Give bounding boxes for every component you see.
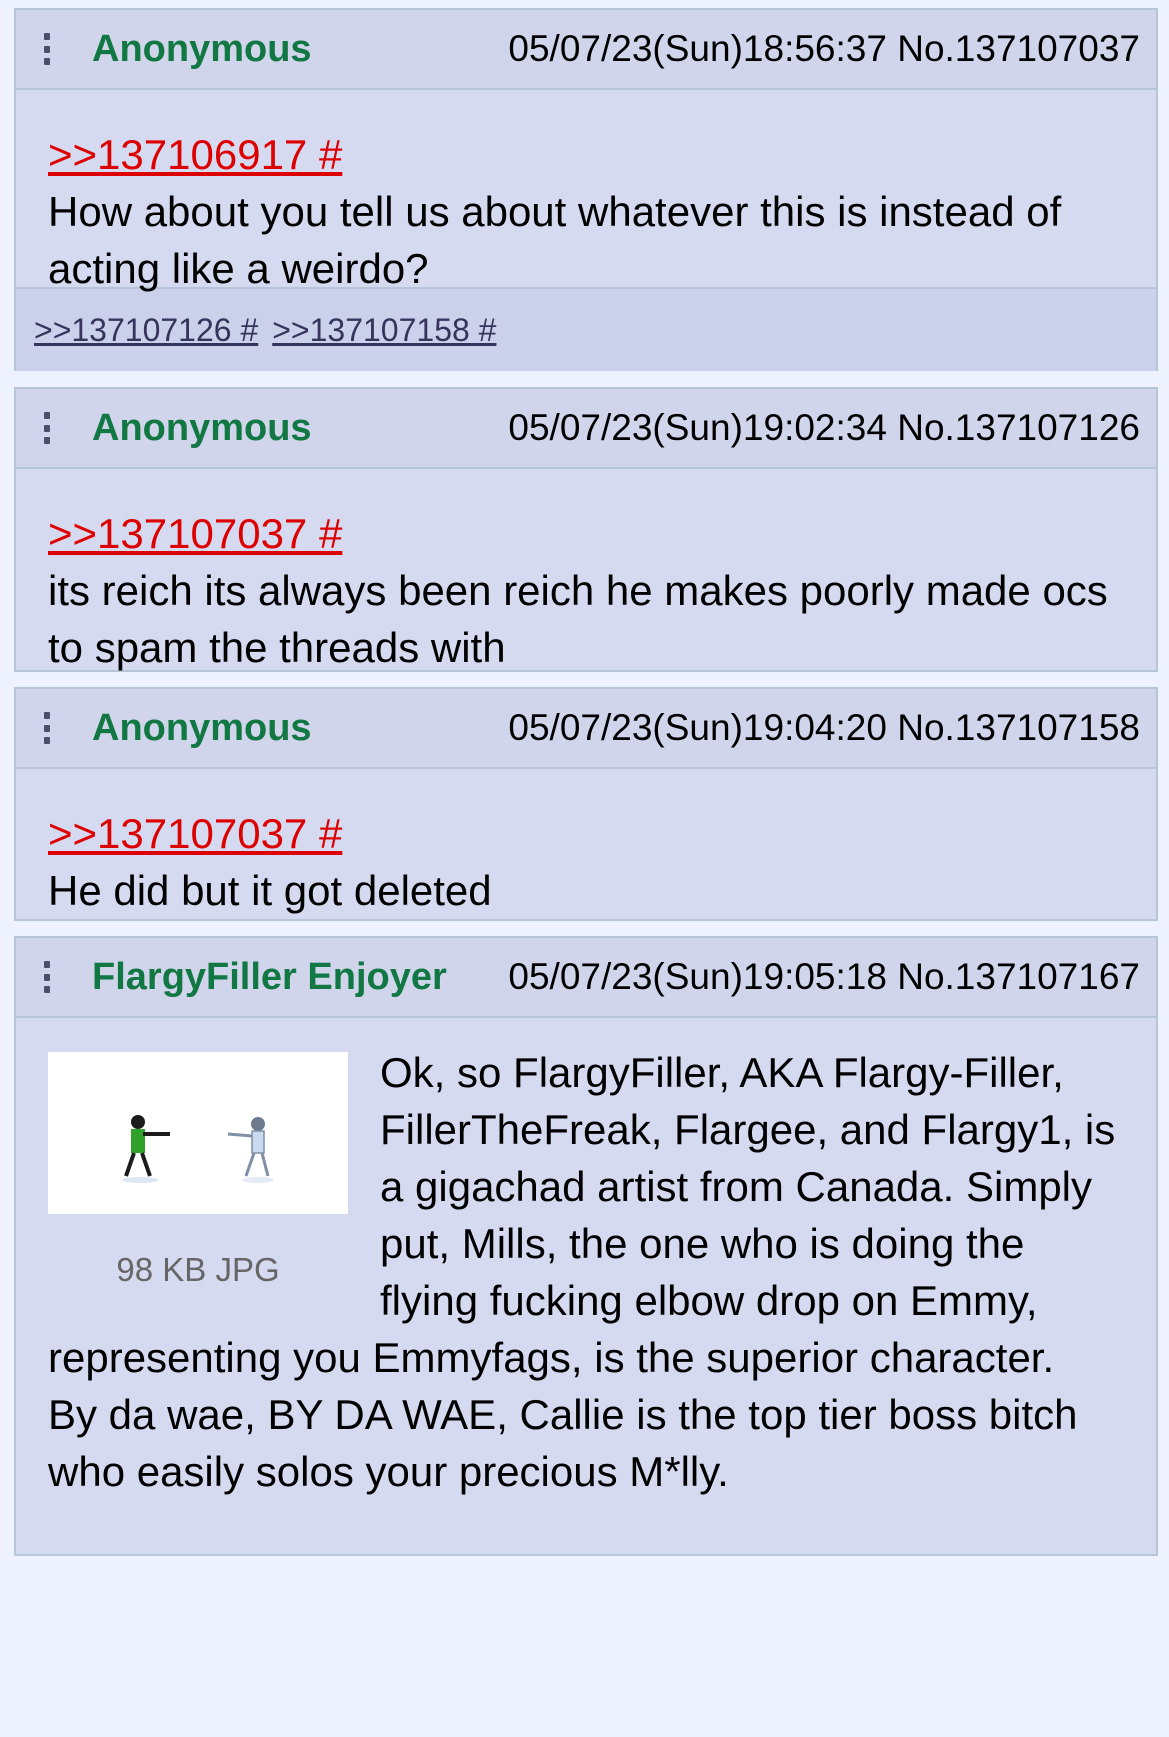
post-number[interactable]: No.137107167 [897, 956, 1140, 997]
post-body: >>137107037 # its reich its always been … [16, 469, 1156, 706]
post-header: Anonymous 05/07/23(Sun)19:04:20 No.13710… [16, 689, 1156, 769]
post: Anonymous 05/07/23(Sun)19:04:20 No.13710… [14, 687, 1158, 921]
quote-link[interactable]: >>137107037 # [48, 810, 342, 857]
post-author: Anonymous [92, 706, 312, 749]
post-datetime: 05/07/23(Sun)19:02:34 [508, 407, 887, 448]
post-body: >>137107037 # He did but it got deleted [16, 769, 1156, 949]
backlink[interactable]: >>137107158 # [272, 312, 496, 349]
post-header: Anonymous 05/07/23(Sun)19:02:34 No.13710… [16, 389, 1156, 469]
post-menu-icon[interactable] [32, 708, 62, 748]
backlinks: >>137107126 # >>137107158 # [16, 287, 1156, 371]
post-text: How about you tell us about whatever thi… [48, 188, 1062, 292]
post-author: Anonymous [92, 406, 312, 449]
post-text: its reich its always been reich he makes… [48, 567, 1108, 671]
post-menu-icon[interactable] [32, 408, 62, 448]
post-header: FlargyFiller Enjoyer 05/07/23(Sun)19:05:… [16, 938, 1156, 1018]
post-dateline: 05/07/23(Sun)19:04:20 No.137107158 [508, 707, 1140, 749]
post-datetime: 05/07/23(Sun)19:05:18 [508, 956, 887, 997]
file-info[interactable]: 98 KB JPG [48, 1250, 348, 1290]
post: FlargyFiller Enjoyer 05/07/23(Sun)19:05:… [14, 936, 1158, 1556]
post-header: Anonymous 05/07/23(Sun)18:56:37 No.13710… [16, 10, 1156, 90]
post-dateline: 05/07/23(Sun)19:02:34 No.137107126 [508, 407, 1140, 449]
file-block: 98 KB JPG [48, 1052, 348, 1290]
post: Anonymous 05/07/23(Sun)18:56:37 No.13710… [14, 8, 1158, 371]
post: Anonymous 05/07/23(Sun)19:02:34 No.13710… [14, 387, 1158, 672]
post-number[interactable]: No.137107158 [897, 707, 1140, 748]
post-dateline: 05/07/23(Sun)18:56:37 No.137107037 [508, 28, 1140, 70]
post-datetime: 05/07/23(Sun)18:56:37 [508, 28, 887, 69]
post-text: By da wae, BY DA WAE, Callie is the top … [48, 1391, 1078, 1495]
post-number[interactable]: No.137107037 [897, 28, 1140, 69]
post-dateline: 05/07/23(Sun)19:05:18 No.137107167 [508, 956, 1140, 998]
quote-link[interactable]: >>137107037 # [48, 510, 342, 557]
post-number[interactable]: No.137107126 [897, 407, 1140, 448]
thumbnail-figures-icon [48, 1052, 348, 1214]
post-menu-icon[interactable] [32, 957, 62, 997]
post-author: FlargyFiller Enjoyer [92, 955, 447, 998]
post-text: He did but it got deleted [48, 867, 492, 914]
backlink[interactable]: >>137107126 # [34, 312, 258, 349]
post-datetime: 05/07/23(Sun)19:04:20 [508, 707, 887, 748]
post-menu-icon[interactable] [32, 29, 62, 69]
image-thumbnail[interactable] [48, 1052, 348, 1214]
post-body: 98 KB JPG Ok, so FlargyFiller, AKA Flarg… [16, 1018, 1156, 1530]
post-body: >>137106917 # How about you tell us abou… [16, 90, 1156, 292]
quote-link[interactable]: >>137106917 # [48, 131, 342, 178]
post-author: Anonymous [92, 27, 312, 70]
